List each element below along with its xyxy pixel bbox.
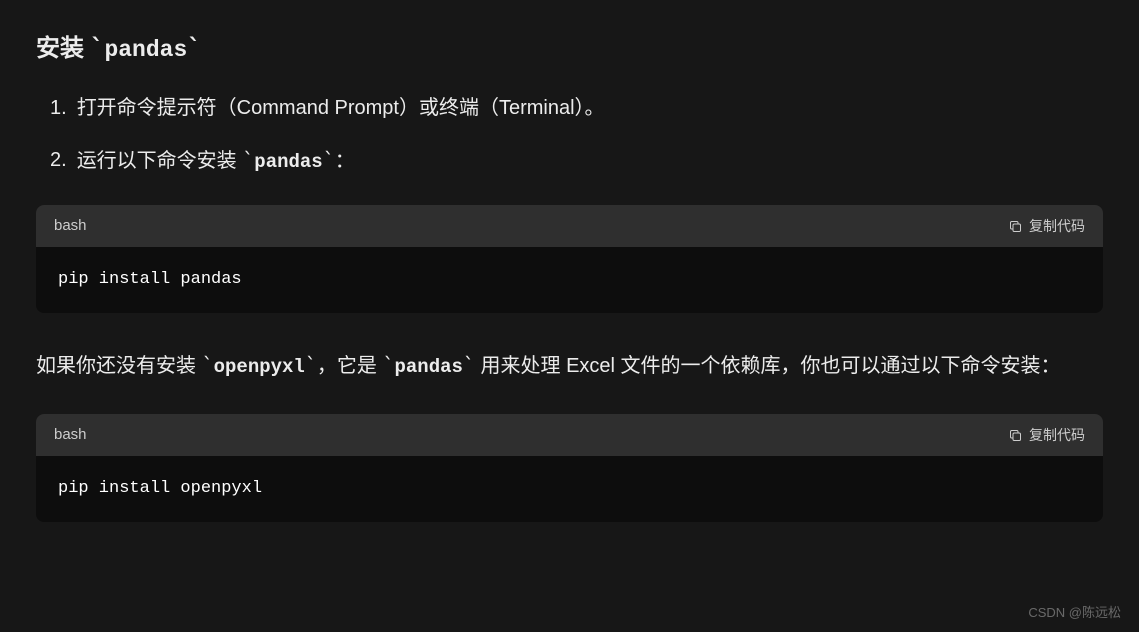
copy-label: 复制代码	[1029, 425, 1085, 446]
copy-code-button[interactable]: 复制代码	[1008, 216, 1085, 237]
step-number: 1.	[50, 92, 67, 124]
copy-icon	[1008, 219, 1023, 234]
code-lang-label: bash	[54, 215, 87, 238]
step-code-wrapper: `pandas`	[242, 150, 335, 172]
step-item-2: 2. 运行以下命令安装 `pandas`：	[50, 144, 1103, 177]
heading-inline-code: pandas	[104, 37, 187, 63]
watermark: CSDN @陈远松	[1028, 603, 1121, 623]
para-text-3: 用来处理 Excel 文件的一个依赖库，你也可以通过以下命令安装：	[481, 355, 1061, 377]
step-number: 2.	[50, 144, 67, 177]
step-item-1: 1. 打开命令提示符（Command Prompt）或终端（Terminal）。	[50, 92, 1103, 124]
code-content[interactable]: pip install pandas	[36, 247, 1103, 313]
copy-label: 复制代码	[1029, 216, 1085, 237]
step-text-before: 运行以下命令安装	[77, 150, 237, 172]
code-lang-label: bash	[54, 424, 87, 447]
copy-icon	[1008, 428, 1023, 443]
section-heading: 安装 `pandas`	[36, 30, 1103, 68]
step-inline-code: pandas	[254, 151, 322, 173]
code-block-1: bash 复制代码 pip install pandas	[36, 205, 1103, 313]
para-code-2-wrapper: `pandas`	[382, 355, 480, 377]
step-text-after: ：	[335, 150, 355, 172]
code-header: bash 复制代码	[36, 205, 1103, 248]
heading-code-wrapper: `pandas`	[90, 30, 202, 68]
copy-code-button[interactable]: 复制代码	[1008, 425, 1085, 446]
para-text-1: 如果你还没有安装	[36, 355, 196, 377]
step-text: 打开命令提示符（Command Prompt）或终端（Terminal）。	[77, 92, 605, 124]
code-block-2: bash 复制代码 pip install openpyxl	[36, 414, 1103, 522]
paragraph: 如果你还没有安装 `openpyxl`，它是 `pandas` 用来处理 Exc…	[36, 345, 1103, 386]
para-code-1-wrapper: `openpyxl`	[202, 355, 317, 377]
code-content[interactable]: pip install openpyxl	[36, 456, 1103, 522]
heading-text: 安装	[36, 31, 84, 67]
para-text-2: ，它是	[317, 355, 377, 377]
steps-list: 1. 打开命令提示符（Command Prompt）或终端（Terminal）。…	[36, 92, 1103, 177]
code-header: bash 复制代码	[36, 414, 1103, 457]
step-text-wrapper: 运行以下命令安装 `pandas`：	[77, 144, 355, 177]
para-inline-code-1: openpyxl	[214, 356, 305, 378]
para-inline-code-2: pandas	[394, 356, 462, 378]
